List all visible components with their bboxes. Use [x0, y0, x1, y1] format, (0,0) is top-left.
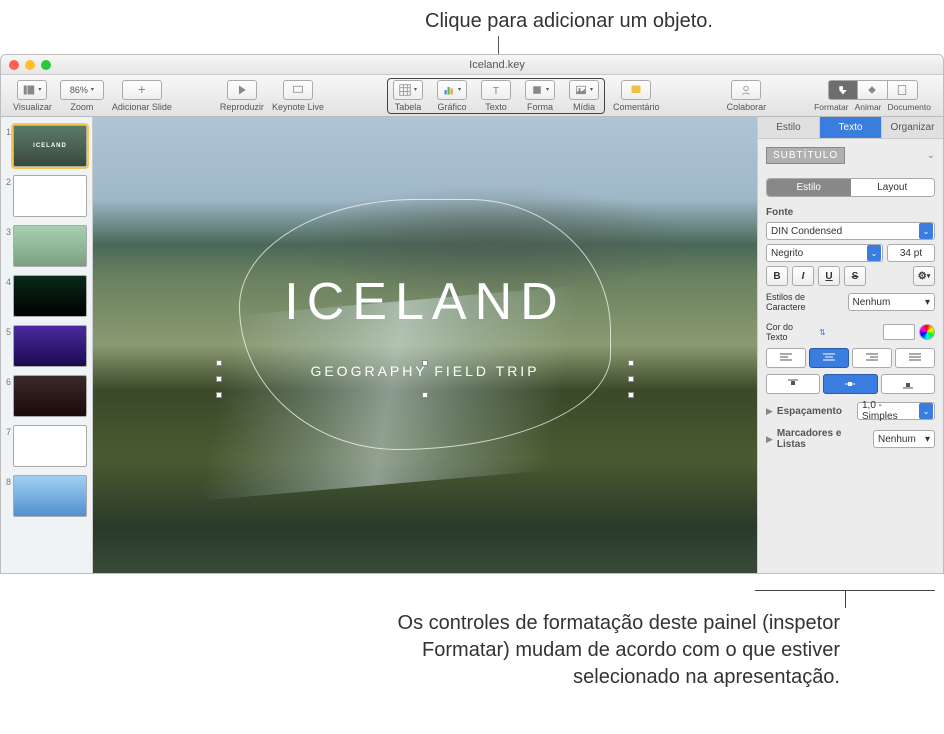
- selection-handles: [219, 363, 631, 395]
- disclosure-icon[interactable]: ▶: [766, 434, 773, 445]
- subtab-style[interactable]: Estilo: [767, 179, 851, 196]
- minimize-icon[interactable]: [25, 60, 35, 70]
- thumbnail-2[interactable]: 2: [13, 175, 88, 217]
- table-button[interactable]: ▾: [393, 80, 423, 100]
- gear-icon[interactable]: ⚙▾: [913, 266, 935, 286]
- tab-style[interactable]: Estilo: [758, 117, 820, 138]
- chart-label: Gráfico: [438, 102, 467, 112]
- collaborate-label: Colaborar: [727, 102, 767, 112]
- disclosure-icon[interactable]: ▶: [766, 406, 773, 417]
- color-picker-icon[interactable]: [919, 324, 935, 340]
- insert-group: ▾ Tabela ▾ Gráfico T Texto ▾ Forma ▾ Míd…: [387, 78, 605, 114]
- chart-button[interactable]: ▾: [437, 80, 467, 100]
- bold-button[interactable]: B: [766, 266, 788, 286]
- updown-icon[interactable]: ⇅: [819, 328, 826, 337]
- bullets-label: Marcadores e Listas: [777, 428, 869, 450]
- media-label: Mídia: [573, 102, 595, 112]
- format-inspector: Estilo Texto Organizar SUBTÍTULO ⌄ Estil…: [757, 117, 943, 573]
- bullets-select[interactable]: Nenhum▾: [873, 430, 935, 448]
- underline-button[interactable]: U: [818, 266, 840, 286]
- zoom-icon[interactable]: [41, 60, 51, 70]
- italic-button[interactable]: I: [792, 266, 814, 286]
- text-color-label: Cor do Texto: [766, 322, 815, 342]
- thumbnail-5[interactable]: 5: [13, 325, 88, 367]
- play-button[interactable]: [227, 80, 257, 100]
- char-styles-select[interactable]: Nenhum▾: [848, 293, 936, 311]
- animate-button[interactable]: [858, 80, 888, 100]
- animate-label: Animar: [855, 102, 882, 112]
- tab-text[interactable]: Texto: [820, 117, 882, 138]
- thumbnail-1[interactable]: 1ICELAND: [13, 125, 88, 167]
- align-right-button[interactable]: [852, 348, 892, 368]
- document-label: Documento: [888, 102, 931, 112]
- text-button[interactable]: T: [481, 80, 511, 100]
- format-button[interactable]: [828, 80, 858, 100]
- tab-arrange[interactable]: Organizar: [882, 117, 943, 138]
- comment-button[interactable]: [621, 80, 651, 100]
- callout-top: Clique para adicionar um objeto.: [425, 10, 713, 33]
- document-button[interactable]: [888, 80, 918, 100]
- chevron-down-icon[interactable]: ⌄: [927, 150, 935, 161]
- thumbnail-7[interactable]: 7: [13, 425, 88, 467]
- svg-text:T: T: [493, 84, 500, 95]
- thumbnail-4[interactable]: 4: [13, 275, 88, 317]
- add-slide-button[interactable]: ＋: [122, 80, 162, 100]
- slide-title[interactable]: ICELAND: [93, 272, 757, 332]
- font-family-select[interactable]: DIN Condensed⌄: [766, 222, 935, 240]
- slide-navigator[interactable]: 1ICELAND 2 3 4 5 6 7 8: [1, 117, 93, 573]
- paragraph-style-badge[interactable]: SUBTÍTULO: [766, 147, 845, 164]
- thumbnail-3[interactable]: 3: [13, 225, 88, 267]
- view-button[interactable]: ▾: [17, 80, 47, 100]
- callout-bracket-line: [845, 590, 846, 608]
- spacing-select[interactable]: 1,0 - Simples⌄: [857, 402, 935, 420]
- text-label: Texto: [485, 102, 507, 112]
- spacing-label: Espaçamento: [777, 406, 853, 417]
- text-color-swatch[interactable]: [883, 324, 915, 340]
- close-icon[interactable]: [9, 60, 19, 70]
- zoom-button[interactable]: 86%▾: [60, 80, 104, 100]
- valign-top-button[interactable]: [766, 374, 820, 394]
- valign-bottom-button[interactable]: [881, 374, 935, 394]
- shape-button[interactable]: ▾: [525, 80, 555, 100]
- font-label: Fonte: [766, 207, 935, 218]
- align-center-button[interactable]: [809, 348, 849, 368]
- thumbnail-8[interactable]: 8: [13, 475, 88, 517]
- font-style-select[interactable]: Negrito⌄: [766, 244, 883, 262]
- keynote-live-button[interactable]: [283, 80, 313, 100]
- collaborate-button[interactable]: [731, 80, 761, 100]
- view-label: Visualizar: [13, 102, 52, 112]
- format-label: Formatar: [814, 102, 848, 112]
- align-justify-button[interactable]: [895, 348, 935, 368]
- titlebar: Iceland.key: [1, 55, 943, 75]
- callout-bottom: Os controles de formatação deste painel …: [370, 610, 840, 691]
- valign-middle-button[interactable]: [823, 374, 877, 394]
- subtab-layout[interactable]: Layout: [851, 179, 935, 196]
- media-button[interactable]: ▾: [569, 80, 599, 100]
- char-styles-label: Estilos de Caractere: [766, 292, 844, 312]
- table-label: Tabela: [395, 102, 422, 112]
- comment-label: Comentário: [613, 102, 660, 112]
- zoom-label: Zoom: [70, 102, 93, 112]
- play-label: Reproduzir: [220, 102, 264, 112]
- slide-canvas[interactable]: ICELAND GEOGRAPHY FIELD TRIP: [93, 117, 757, 573]
- font-size-field[interactable]: 34 pt: [887, 244, 935, 262]
- shape-label: Forma: [527, 102, 553, 112]
- add-slide-label: Adicionar Slide: [112, 102, 172, 112]
- keynote-live-label: Keynote Live: [272, 102, 324, 112]
- thumbnail-6[interactable]: 6: [13, 375, 88, 417]
- toolbar: ▾ Visualizar 86%▾ Zoom ＋ Adicionar Slide…: [1, 75, 943, 117]
- window-controls: [9, 60, 51, 70]
- keynote-window: Iceland.key ▾ Visualizar 86%▾ Zoom ＋ Adi…: [0, 54, 944, 574]
- strike-button[interactable]: S: [844, 266, 866, 286]
- align-left-button[interactable]: [766, 348, 806, 368]
- document-title: Iceland.key: [59, 59, 935, 71]
